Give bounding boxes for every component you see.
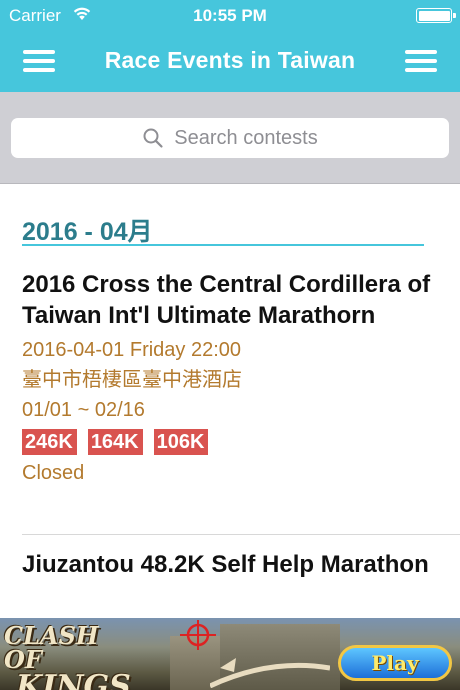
search-bar-container: Search contests: [0, 92, 460, 184]
event-datetime: 2016-04-01 Friday 22:00: [22, 339, 242, 361]
play-button[interactable]: Play: [338, 645, 452, 681]
event-title: Jiuzantou 48.2K Self Help Marathon: [22, 551, 429, 578]
search-placeholder: Search contests: [174, 126, 318, 149]
event-title: 2016 Cross the Central Cordillera of Tai…: [22, 271, 431, 329]
event-list: 2016 - 04月 2016 Cross the Central Cordil…: [0, 185, 460, 618]
ad-banner[interactable]: CLASH OF KINGS Play: [0, 618, 460, 690]
battery-full-icon: [416, 8, 456, 23]
navigation-bar: Race Events in Taiwan: [0, 30, 460, 92]
divider: [22, 534, 460, 535]
status-bar: Carrier 10:55 PM: [0, 0, 460, 30]
search-icon: [143, 128, 163, 148]
clock: 10:55 PM: [193, 6, 267, 25]
search-input[interactable]: Search contests: [11, 118, 449, 158]
status-badge: Closed: [22, 462, 85, 484]
crosshair-icon: [180, 620, 216, 650]
distance-tags: 246K 164K 106K: [22, 429, 442, 455]
distance-badge: 106K: [153, 429, 209, 455]
ad-logo: CLASH OF KINGS: [4, 621, 144, 690]
ad-logo-line2: KINGS: [16, 669, 131, 690]
event-location: 臺中市梧棲區臺中港酒店: [22, 369, 242, 391]
list-item[interactable]: Jiuzantou 48.2K Self Help Marathon: [22, 549, 442, 580]
ad-logo-line1: CLASH OF: [4, 621, 99, 674]
list-item[interactable]: 2016 Cross the Central Cordillera of Tai…: [22, 269, 442, 488]
page-title: Race Events in Taiwan: [104, 47, 356, 73]
distance-badge: 246K: [22, 429, 77, 455]
event-registration-period: 01/01 ~ 02/16: [22, 399, 145, 421]
menu-icon-right[interactable]: [405, 50, 437, 72]
section-header: 2016 - 04月: [22, 212, 424, 246]
distance-badge: 164K: [87, 429, 143, 455]
arrow-icon: [210, 658, 330, 688]
